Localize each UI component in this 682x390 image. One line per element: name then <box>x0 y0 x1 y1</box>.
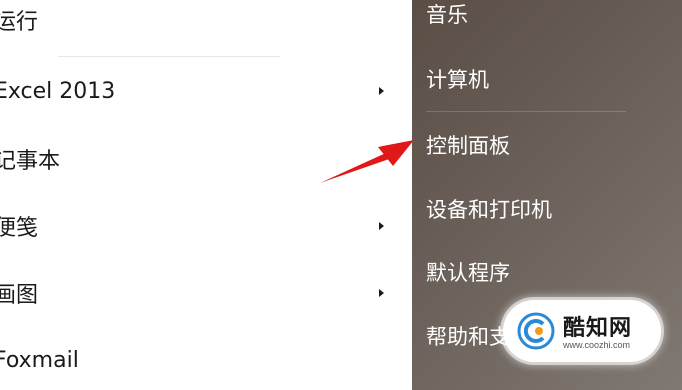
programs-separator <box>58 56 280 57</box>
programs-pane: 运行 Excel 2013 记事本 便笺 画图 Foxmail <box>0 0 412 390</box>
place-label: 默认程序 <box>426 261 510 285</box>
place-label: 音乐 <box>426 3 468 27</box>
places-separator <box>426 111 626 112</box>
place-item-music[interactable]: 音乐 <box>426 0 666 36</box>
program-item-excel[interactable]: Excel 2013 <box>0 63 394 119</box>
program-label: 便笺 <box>0 216 39 241</box>
program-item-run[interactable]: 运行 <box>0 0 394 48</box>
program-label: Foxmail <box>0 347 79 373</box>
watermark-logo-icon <box>517 312 555 350</box>
place-label: 控制面板 <box>426 134 510 158</box>
watermark-badge: 酷知网 www.coozhi.com <box>503 300 661 362</box>
program-label: 运行 <box>0 10 39 35</box>
program-label: 画图 <box>0 283 39 308</box>
submenu-arrow-icon <box>379 87 384 95</box>
place-item-control-panel[interactable]: 控制面板 <box>426 123 666 167</box>
program-item-notepad[interactable]: 记事本 <box>0 131 394 187</box>
place-item-devices-printers[interactable]: 设备和打印机 <box>426 187 666 231</box>
submenu-arrow-icon <box>379 289 384 297</box>
place-label: 设备和打印机 <box>426 198 552 222</box>
place-label: 计算机 <box>426 68 489 92</box>
program-item-sticky-notes[interactable]: 便笺 <box>0 198 394 254</box>
submenu-arrow-icon <box>379 222 384 230</box>
watermark-title: 酷知网 <box>563 316 633 341</box>
place-item-default-programs[interactable]: 默认程序 <box>426 250 666 294</box>
program-item-paint[interactable]: 画图 <box>0 265 394 321</box>
watermark-url: www.coozhi.com <box>563 340 631 350</box>
program-label: Excel 2013 <box>0 78 116 104</box>
place-item-computer[interactable]: 计算机 <box>426 57 666 101</box>
program-label: 记事本 <box>0 149 61 174</box>
program-item-foxmail[interactable]: Foxmail <box>0 332 394 388</box>
